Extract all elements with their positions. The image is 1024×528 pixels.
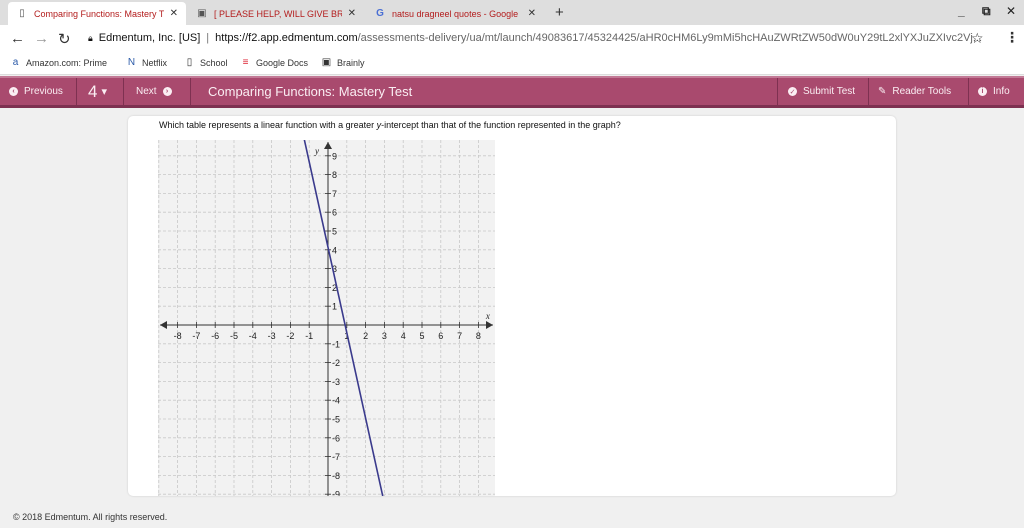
question-text: Which table represents a linear function… — [159, 120, 621, 130]
page-icon: ▯ — [186, 57, 193, 68]
y-tick-label: 6 — [332, 208, 337, 218]
chevron-left-icon: ‹ — [9, 87, 18, 96]
minimize-icon[interactable]: _ — [958, 4, 965, 18]
tab-google-search[interactable]: G natsu dragneel quotes - Google ✕ — [366, 2, 544, 25]
y-tick-label: 1 — [332, 302, 337, 312]
y-tick-label: 8 — [332, 170, 337, 180]
amazon-icon: a — [12, 57, 19, 68]
next-button[interactable]: Next › — [136, 78, 172, 105]
tab-title: Comparing Functions: Mastery T — [34, 8, 164, 19]
tab-title: natsu dragneel quotes - Google — [392, 8, 519, 19]
bookmark-amazon[interactable]: a Amazon.com: Prime — [10, 57, 107, 68]
y-tick-label: -4 — [332, 396, 340, 406]
y-tick-label: -7 — [332, 452, 340, 462]
wrench-icon: ✎ — [878, 86, 887, 97]
function-graph: xy -8-7-6-5-4-3-2-112345678 987654321-1-… — [158, 140, 495, 496]
y-tick-label: -8 — [332, 471, 340, 481]
close-icon[interactable]: ✕ — [348, 8, 356, 19]
netflix-icon: N — [127, 57, 136, 68]
x-tick-label: -4 — [249, 331, 257, 341]
info-icon: i — [978, 87, 987, 96]
y-tick-label: -5 — [332, 415, 340, 425]
x-tick-label: 2 — [363, 331, 368, 341]
page-icon: ▯ — [19, 8, 25, 19]
y-tick-label: -3 — [332, 377, 340, 387]
menu-kebab-icon[interactable]: ⋮ — [1005, 29, 1019, 46]
bookmark-school[interactable]: ▯ School — [184, 57, 228, 68]
url-field[interactable]: 🔒︎ Edmentum, Inc. [US] | https://f2.app.edm… — [88, 32, 982, 44]
x-tick-label: -2 — [286, 331, 294, 341]
info-button[interactable]: i Info — [978, 78, 1010, 105]
y-tick-label: -6 — [332, 433, 340, 443]
copyright-footer: © 2018 Edmentum. All rights reserved. — [13, 512, 168, 522]
url-path: /assessments-delivery/ua/mt/launch/49083… — [357, 32, 983, 44]
x-tick-label: 5 — [419, 331, 424, 341]
x-tick-label: 6 — [438, 331, 443, 341]
submit-test-button[interactable]: ✓ Submit Test — [788, 78, 855, 105]
docs-icon: ≡ — [242, 57, 249, 68]
question-number: 4 — [88, 81, 98, 101]
google-icon: G — [376, 8, 384, 19]
question-number-dropdown[interactable]: 4 ▾ — [88, 78, 107, 105]
x-tick-label: -5 — [230, 331, 238, 341]
forward-arrow-icon[interactable]: → — [34, 30, 49, 47]
x-tick-label: 3 — [382, 331, 387, 341]
x-tick-label: -6 — [211, 331, 219, 341]
brainly-icon: ▣ — [197, 8, 207, 19]
bookmark-google-docs[interactable]: ≡ Google Docs — [240, 57, 308, 68]
browser-tab-strip: ▯ Comparing Functions: Mastery T ✕ ▣ [ P… — [0, 0, 1024, 25]
reload-icon[interactable]: ↻ — [58, 30, 71, 48]
tab-title: [ PLEASE HELP, WILL GIVE BRAI — [214, 8, 342, 19]
new-tab-button[interactable]: + — [555, 4, 564, 21]
x-tick-label: 8 — [476, 331, 481, 341]
y-tick-label: 7 — [332, 189, 337, 199]
test-toolbar: ‹ Previous 4 ▾ Next › Comparing Function… — [0, 76, 1024, 108]
lock-icon: 🔒︎ — [88, 33, 93, 43]
chevron-down-icon: ▾ — [101, 86, 107, 98]
address-bar: ← → ↻ 🔒︎ Edmentum, Inc. [US] | https://f2.a… — [0, 25, 1024, 53]
bookmark-netflix[interactable]: N Netflix — [126, 57, 167, 68]
x-tick-label: -8 — [174, 331, 182, 341]
x-tick-label: 4 — [401, 331, 406, 341]
y-tick-label: 4 — [332, 245, 337, 255]
site-name: Edmentum, Inc. [US] — [98, 32, 201, 44]
x-tick-label: 7 — [457, 331, 462, 341]
test-title: Comparing Functions: Mastery Test — [208, 84, 413, 99]
close-icon[interactable]: ✕ — [170, 8, 178, 19]
y-tick-label: 9 — [332, 151, 337, 161]
brainly-icon: ▣ — [321, 57, 332, 68]
bookmarks-bar: a Amazon.com: Prime N Netflix ▯ School ≡… — [0, 53, 1024, 75]
y-tick-label: -2 — [332, 358, 340, 368]
chevron-right-icon: › — [162, 87, 172, 96]
check-icon: ✓ — [788, 87, 797, 96]
restore-icon[interactable]: ⧉ — [982, 4, 991, 19]
bookmark-star-icon[interactable]: ☆ — [971, 30, 984, 47]
x-tick-label: -1 — [305, 331, 313, 341]
y-axis-label: y — [314, 146, 319, 156]
back-arrow-icon[interactable]: ← — [10, 30, 25, 47]
bookmark-brainly[interactable]: ▣ Brainly — [321, 57, 365, 68]
y-tick-label: -1 — [332, 339, 340, 349]
close-icon[interactable]: ✕ — [528, 8, 536, 19]
window-close-icon[interactable]: ✕ — [1006, 4, 1016, 18]
previous-button[interactable]: ‹ Previous — [9, 78, 63, 105]
url-host: https://f2.app.edmentum.com — [215, 32, 358, 44]
y-tick-label: 5 — [332, 227, 337, 237]
x-tick-label: -3 — [268, 331, 276, 341]
tab-comparing-functions[interactable]: ▯ Comparing Functions: Mastery T ✕ — [8, 2, 186, 25]
reader-tools-button[interactable]: ✎ Reader Tools — [878, 78, 951, 105]
x-tick-label: -7 — [192, 331, 200, 341]
y-tick-label: -9 — [332, 490, 340, 496]
x-axis-label: x — [485, 311, 490, 321]
tab-brainly-question[interactable]: ▣ [ PLEASE HELP, WILL GIVE BRAI ✕ — [188, 2, 364, 25]
